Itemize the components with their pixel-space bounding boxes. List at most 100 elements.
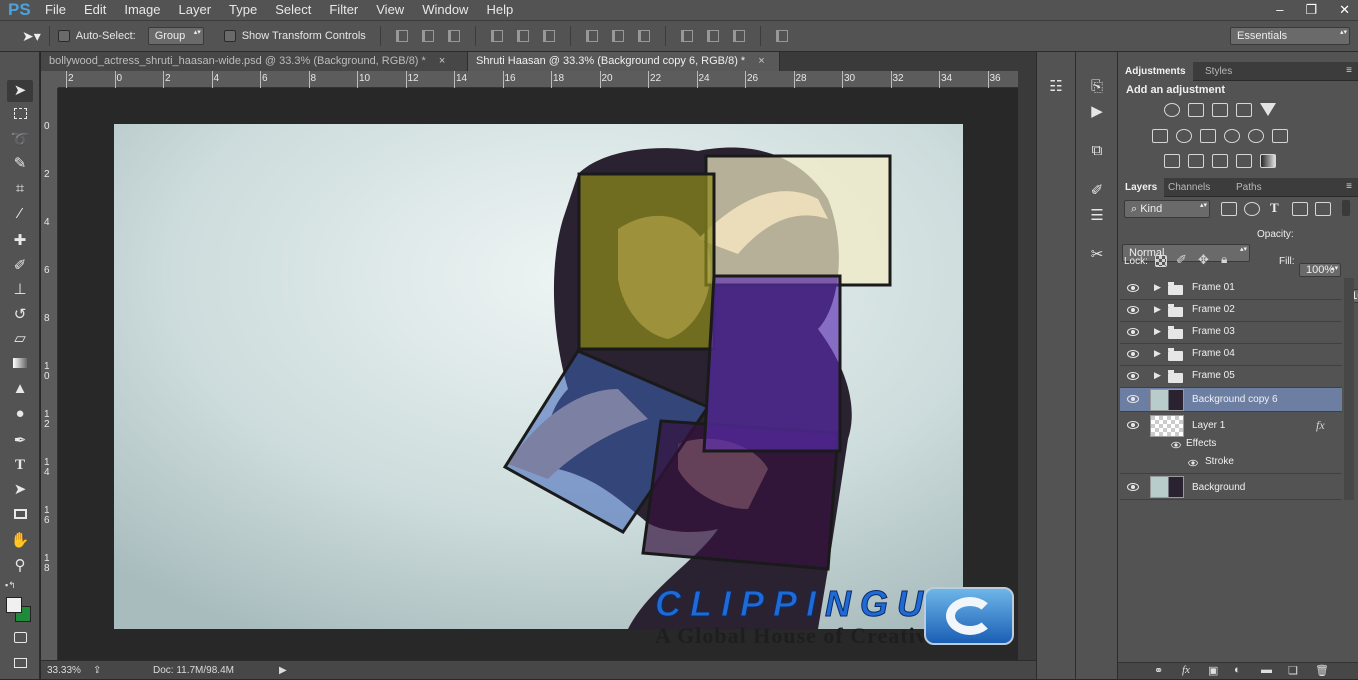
- expand-arrow-icon[interactable]: ▶: [1154, 348, 1161, 359]
- stroke-visibility-eye-icon[interactable]: [1188, 459, 1198, 467]
- menu-image[interactable]: Image: [115, 0, 169, 20]
- expand-arrow-icon[interactable]: ▶: [1154, 304, 1161, 315]
- layer-row-background[interactable]: Background: [1120, 474, 1342, 500]
- distribute-top-icon[interactable]: [585, 30, 598, 42]
- auto-select-checkbox[interactable]: [57, 30, 70, 42]
- brush-tool-icon[interactable]: ✐: [7, 255, 33, 277]
- menu-help[interactable]: Help: [477, 0, 522, 20]
- visibility-eye-icon[interactable]: [1127, 395, 1139, 403]
- ruler-origin[interactable]: [41, 71, 58, 88]
- delete-layer-icon[interactable]: 🗑︎: [1315, 664, 1329, 677]
- gradient-map-icon[interactable]: [1260, 154, 1276, 168]
- eraser-tool-icon[interactable]: ▱: [7, 328, 33, 350]
- clone-stamp-tool-icon[interactable]: ⊥: [7, 279, 33, 301]
- actions-play-icon[interactable]: ▶: [1086, 101, 1108, 123]
- color-balance-icon[interactable]: [1176, 129, 1192, 143]
- eyedropper-tool-icon[interactable]: ⁄: [7, 203, 33, 225]
- filter-toggle[interactable]: [1342, 200, 1350, 216]
- align-hcenter-icon[interactable]: [516, 30, 529, 42]
- tab-document-1[interactable]: bollywood_actress_shruti_haasan-wide.psd…: [41, 52, 468, 71]
- move-tool-icon[interactable]: ➤: [7, 80, 33, 102]
- effects-visibility-eye-icon[interactable]: [1171, 441, 1181, 449]
- canvas-area[interactable]: CLIPPINGUSA A Global House of Creative N…: [58, 89, 1018, 660]
- visibility-eye-icon[interactable]: [1127, 483, 1139, 491]
- menu-filter[interactable]: Filter: [320, 0, 367, 20]
- posterize-icon[interactable]: [1188, 154, 1204, 168]
- distribute-right-icon[interactable]: [732, 30, 745, 42]
- tab-close-icon[interactable]: ×: [758, 55, 764, 67]
- align-right-icon[interactable]: [542, 30, 555, 42]
- foreground-color-swatch[interactable]: [6, 597, 22, 613]
- menu-type[interactable]: Type: [220, 0, 266, 20]
- tab-channels[interactable]: Channels: [1161, 178, 1217, 197]
- tab-styles[interactable]: Styles: [1198, 62, 1239, 81]
- align-left-icon[interactable]: [490, 30, 503, 42]
- history-brush-tool-icon[interactable]: ↺: [7, 304, 33, 326]
- photo-filter-icon[interactable]: [1224, 129, 1240, 143]
- default-colors-icon[interactable]: ▪↰: [5, 580, 16, 591]
- auto-align-icon[interactable]: [775, 30, 788, 42]
- curves-icon[interactable]: [1212, 103, 1228, 117]
- new-group-icon[interactable]: ▬: [1261, 664, 1272, 676]
- layer-row-frame-02[interactable]: ▶ Frame 02: [1120, 300, 1342, 322]
- tab-close-icon[interactable]: ×: [439, 55, 445, 67]
- black-white-icon[interactable]: [1200, 129, 1216, 143]
- menu-file[interactable]: File: [36, 0, 75, 20]
- gradient-tool-icon[interactable]: [7, 353, 33, 375]
- align-vcenter-icon[interactable]: [421, 30, 434, 42]
- menu-select[interactable]: Select: [266, 0, 320, 20]
- expand-arrow-icon[interactable]: ▶: [1154, 282, 1161, 293]
- restore-button[interactable]: ❐: [1305, 0, 1317, 20]
- layer-row-frame-05[interactable]: ▶ Frame 05: [1120, 366, 1342, 388]
- blur-tool-icon[interactable]: ▲: [7, 378, 33, 400]
- tab-adjustments[interactable]: Adjustments: [1118, 62, 1193, 81]
- filter-shape-icon[interactable]: [1292, 202, 1308, 216]
- selective-color-icon[interactable]: [1236, 154, 1252, 168]
- lock-pixels-icon[interactable]: ✐: [1176, 252, 1187, 268]
- workspace-dropdown[interactable]: Essentials: [1230, 27, 1350, 45]
- panel-menu-icon[interactable]: ≡: [1346, 181, 1352, 192]
- channel-mixer-icon[interactable]: [1248, 129, 1264, 143]
- crop-tool-icon[interactable]: ⌗: [7, 178, 33, 200]
- layers-scrollbar[interactable]: [1344, 278, 1354, 500]
- healing-brush-tool-icon[interactable]: ✚: [7, 230, 33, 252]
- visibility-eye-icon[interactable]: [1127, 328, 1139, 336]
- filter-adjustment-icon[interactable]: [1244, 202, 1260, 216]
- layer-row-background-copy-6[interactable]: Background copy 6: [1120, 388, 1342, 412]
- frame-cream[interactable]: [704, 154, 892, 287]
- visibility-eye-icon[interactable]: [1127, 421, 1139, 429]
- distribute-hcenter-icon[interactable]: [706, 30, 719, 42]
- show-transform-checkbox[interactable]: [223, 30, 236, 42]
- expand-arrow-icon[interactable]: ▶: [1154, 326, 1161, 337]
- lock-transparency-icon[interactable]: [1155, 255, 1167, 267]
- distribute-left-icon[interactable]: [680, 30, 693, 42]
- tool-presets-icon[interactable]: ✂: [1086, 244, 1108, 266]
- pen-tool-icon[interactable]: ✒: [7, 430, 33, 452]
- tab-layers[interactable]: Layers: [1118, 178, 1165, 197]
- lasso-tool-icon[interactable]: ➰: [7, 129, 33, 151]
- opacity-input[interactable]: 100%: [1299, 263, 1342, 277]
- menu-window[interactable]: Window: [413, 0, 477, 20]
- visibility-eye-icon[interactable]: [1127, 372, 1139, 380]
- invert-icon[interactable]: [1164, 154, 1180, 168]
- type-tool-icon[interactable]: T: [7, 454, 33, 476]
- expand-arrow-icon[interactable]: ▶: [1154, 370, 1161, 381]
- layer-row-layer-1[interactable]: Layer 1 fx Effects Stroke: [1120, 412, 1342, 474]
- distribute-bottom-icon[interactable]: [637, 30, 650, 42]
- lock-all-icon[interactable]: 🔒︎: [1221, 252, 1227, 267]
- hue-saturation-icon[interactable]: [1152, 129, 1168, 143]
- add-mask-icon[interactable]: ▣: [1208, 664, 1218, 677]
- properties-icon[interactable]: ☰: [1086, 205, 1108, 227]
- visibility-eye-icon[interactable]: [1127, 284, 1139, 292]
- path-select-tool-icon[interactable]: ➤: [7, 479, 33, 501]
- filter-pixel-icon[interactable]: [1221, 202, 1237, 216]
- new-layer-icon[interactable]: ❏: [1288, 664, 1298, 677]
- status-menu-arrow-icon[interactable]: ▶: [279, 661, 287, 680]
- layer-row-frame-01[interactable]: ▶ Frame 01: [1120, 278, 1342, 300]
- tab-paths[interactable]: Paths: [1229, 178, 1269, 197]
- color-lookup-icon[interactable]: [1272, 129, 1288, 143]
- canvas-scrollbar[interactable]: [1018, 71, 1036, 660]
- frame-purple[interactable]: [702, 274, 842, 453]
- menu-view[interactable]: View: [367, 0, 413, 20]
- tab-document-2[interactable]: Shruti Haasan @ 33.3% (Background copy 6…: [468, 52, 780, 71]
